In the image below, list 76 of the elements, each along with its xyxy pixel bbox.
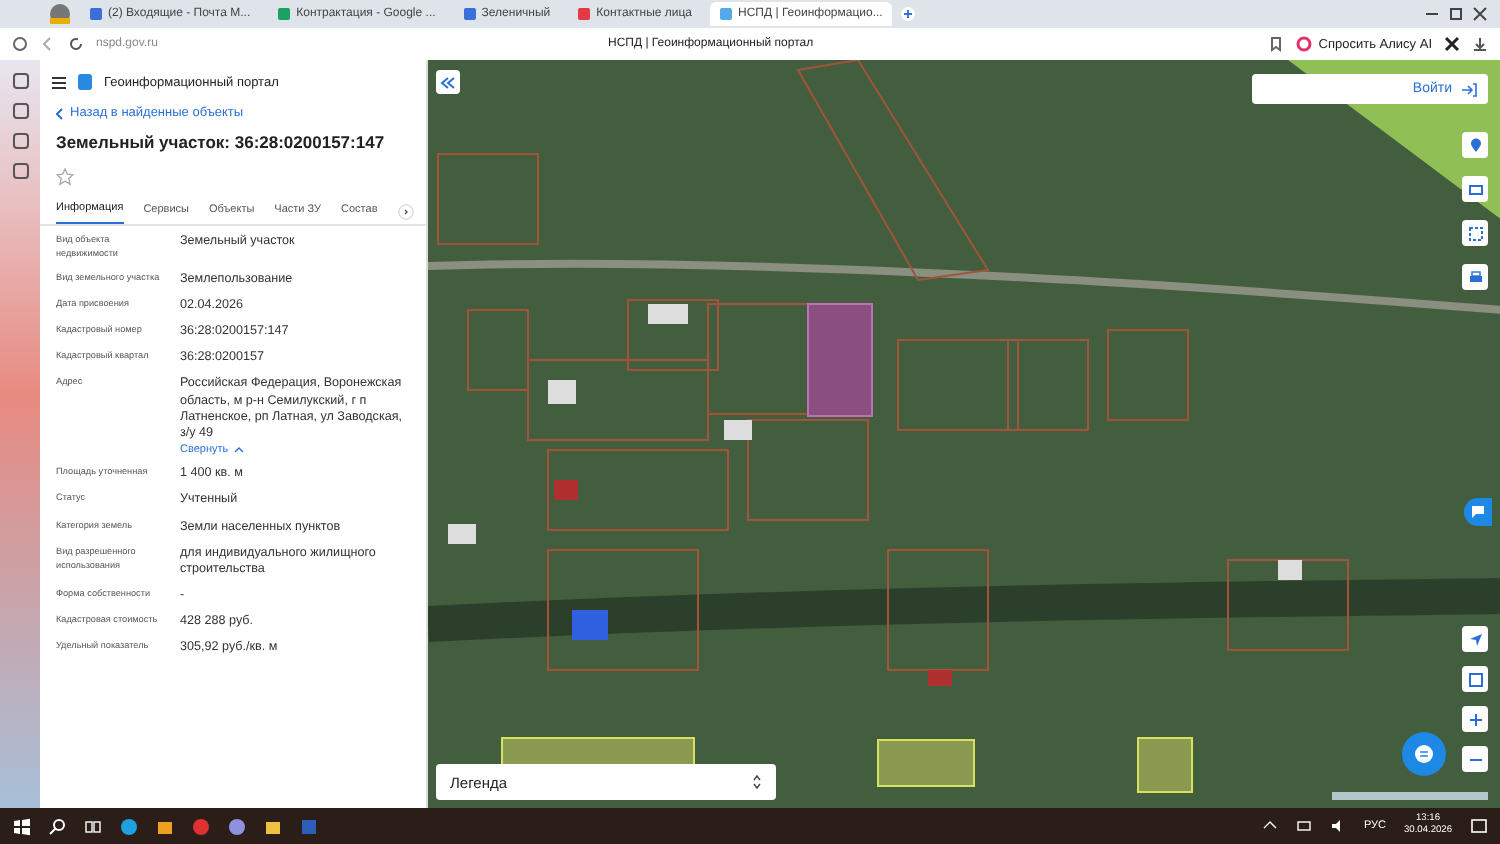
selection-icon	[1467, 225, 1483, 241]
navigate-icon	[1467, 631, 1483, 647]
zoom-in-button[interactable]	[1462, 706, 1488, 732]
login-icon	[1460, 81, 1478, 97]
favicon-icon	[720, 8, 733, 20]
chevron-left-icon	[56, 107, 64, 119]
chevron-up-icon	[234, 446, 245, 455]
land-parcel-outline	[887, 549, 989, 671]
print-icon	[1467, 269, 1483, 285]
favicon-icon	[90, 8, 102, 20]
favicon-icon	[578, 8, 591, 20]
building-roof	[448, 524, 476, 544]
building-roof	[928, 670, 952, 686]
network-icon[interactable]	[1295, 818, 1312, 834]
folder-icon[interactable]	[264, 817, 282, 835]
task-view-icon[interactable]	[84, 817, 102, 835]
history-icon[interactable]	[12, 36, 28, 52]
screen-icon[interactable]	[11, 162, 29, 180]
profile-icon	[48, 2, 72, 26]
page-icon[interactable]	[11, 132, 29, 150]
edge-browser-icon[interactable]	[120, 817, 138, 835]
alice-icon	[1296, 36, 1313, 52]
land-parcel-outline	[1107, 329, 1189, 421]
building-roof	[724, 420, 752, 440]
layers-button[interactable]	[1462, 176, 1488, 202]
collapse-panel-button[interactable]	[436, 70, 460, 94]
windows-start-icon[interactable]	[12, 817, 30, 835]
side-widget-button[interactable]	[1464, 498, 1492, 526]
panel-button[interactable]	[1462, 666, 1488, 692]
building-roof	[572, 610, 608, 640]
close-icon[interactable]	[1472, 6, 1488, 22]
building-roof	[548, 380, 576, 404]
layers-icon	[1467, 181, 1483, 197]
print-button[interactable]	[1462, 264, 1488, 290]
selected-parcel	[807, 303, 873, 417]
zoom-out-button[interactable]	[1462, 746, 1488, 772]
play-icon[interactable]	[11, 102, 29, 120]
volume-icon[interactable]	[1329, 818, 1346, 834]
portal-logo-icon	[78, 74, 92, 90]
panel-icon	[1467, 671, 1483, 687]
maximize-icon[interactable]	[1448, 6, 1464, 22]
new-tab-icon[interactable]	[900, 6, 917, 22]
sort-arrows-icon	[752, 774, 762, 790]
land-parcel-outline	[747, 419, 869, 521]
highlighted-parcel	[1137, 737, 1193, 793]
reload-icon[interactable]	[68, 36, 84, 52]
store-icon[interactable]	[156, 817, 174, 835]
land-parcel-outline	[437, 153, 539, 245]
yandex-browser-icon[interactable]	[192, 817, 210, 835]
land-parcel-outline	[1227, 559, 1349, 651]
favicon-icon	[463, 8, 476, 20]
object-heading: Земельный участок: 36:28:0200157:147	[56, 132, 387, 152]
favicon-icon	[278, 8, 291, 20]
selection-button[interactable]	[1462, 220, 1488, 246]
search-icon[interactable]	[48, 817, 66, 835]
app-icon[interactable]	[228, 817, 246, 835]
navigate-button[interactable]	[1462, 626, 1488, 652]
location-pin-button[interactable]	[1462, 132, 1488, 158]
location-pin-icon	[1467, 137, 1483, 153]
zoom-in-icon	[1467, 711, 1483, 727]
tabs-icon[interactable]	[11, 72, 29, 90]
extension-icon[interactable]	[1444, 36, 1460, 52]
download-icon[interactable]	[1472, 36, 1488, 52]
star-icon[interactable]	[56, 168, 74, 186]
chat-bubble-icon	[1470, 504, 1486, 520]
menu-icon[interactable]	[52, 75, 66, 89]
word-icon[interactable]	[300, 817, 318, 835]
building-roof	[554, 480, 578, 500]
bookmark-icon[interactable]	[1268, 36, 1285, 52]
chevron-up-icon[interactable]	[1261, 818, 1278, 834]
highlighted-parcel	[877, 739, 975, 787]
double-chevron-left-icon	[440, 75, 456, 89]
building-roof	[1278, 560, 1302, 580]
chat-icon	[1414, 744, 1434, 764]
notification-icon[interactable]	[1470, 817, 1488, 835]
building-roof	[648, 304, 688, 324]
